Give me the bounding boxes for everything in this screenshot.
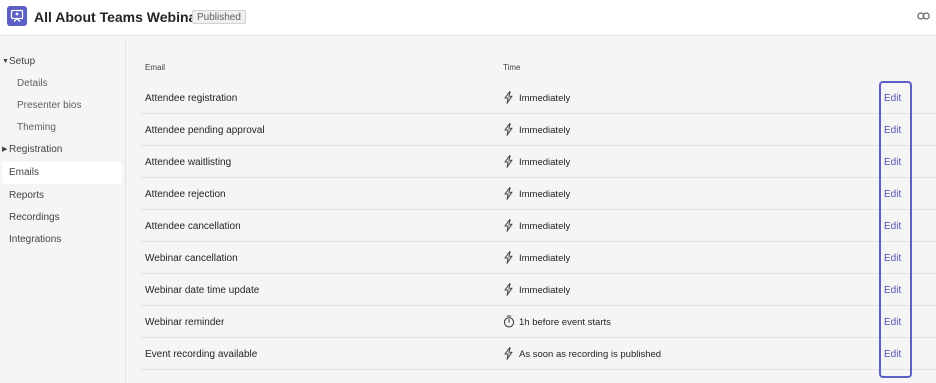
sidebar-item-label: Recordings	[9, 212, 60, 223]
table-row: Attendee registration Immediately Edit	[140, 82, 936, 114]
edit-link[interactable]: Edit	[884, 221, 901, 233]
sidebar-item-label: Presenter bios	[17, 100, 82, 111]
sidebar-item-setup[interactable]: Setup	[9, 55, 35, 69]
table-row: Webinar date time update Immediately Edit	[140, 274, 936, 306]
table-row: Attendee cancellation Immediately Edit	[140, 210, 936, 242]
table-row: Webinar reminder 1h before event starts Ed…	[140, 306, 936, 338]
email-name: Attendee pending approval	[145, 125, 265, 136]
timer-icon	[503, 315, 515, 333]
lightning-icon	[503, 187, 514, 205]
edit-link[interactable]: Edit	[884, 189, 901, 201]
email-time: Immediately	[519, 221, 571, 232]
email-name: Webinar date time update	[145, 285, 260, 296]
sidebar-item-emails[interactable]: Emails	[9, 166, 39, 180]
edit-link[interactable]: Edit	[884, 253, 901, 265]
email-time: Immediately	[519, 189, 571, 200]
edit-link[interactable]: Edit	[884, 157, 901, 169]
email-time: Immediately	[519, 253, 571, 264]
lightning-icon	[503, 283, 514, 301]
sidebar-item-label: Emails	[9, 167, 40, 178]
sidebar-item-label: Theming	[17, 122, 56, 133]
lightning-icon	[503, 91, 514, 109]
email-name: Event recording available	[145, 349, 258, 360]
caret-down-icon[interactable]: ▼	[2, 55, 9, 69]
lightning-icon	[503, 155, 514, 173]
page-title: All About Teams Webinars!	[34, 9, 215, 25]
sidebar-item-presenter-bios[interactable]: Presenter bios	[17, 99, 81, 113]
sidebar-item-label: Setup	[9, 56, 36, 67]
column-header-email: Email	[145, 63, 166, 72]
email-name: Attendee waitlisting	[145, 157, 232, 168]
edit-link[interactable]: Edit	[884, 125, 901, 137]
sidebar: ▼ Setup Details Presenter bios Theming ▶…	[0, 37, 126, 383]
status-badge: Published	[192, 10, 246, 24]
webinar-icon	[7, 6, 27, 26]
email-name: Webinar reminder	[145, 317, 225, 328]
table-row: Attendee pending approval Immediately Edit	[140, 114, 936, 146]
email-name: Attendee registration	[145, 93, 238, 104]
lightning-icon	[503, 219, 514, 237]
sidebar-item-label: Reports	[9, 190, 45, 201]
lightning-icon	[503, 123, 514, 141]
sidebar-item-label: Integrations	[9, 234, 62, 245]
edit-link[interactable]: Edit	[884, 349, 901, 361]
table-row: Attendee waitlisting Immediately Edit	[140, 146, 936, 178]
email-time: Immediately	[519, 157, 571, 168]
table-row: Attendee rejection Immediately Edit	[140, 178, 936, 210]
sidebar-item-reports[interactable]: Reports	[9, 189, 44, 203]
sidebar-item-details[interactable]: Details	[17, 77, 48, 91]
sidebar-item-label: Registration	[9, 144, 63, 155]
column-header-time: Time	[503, 63, 521, 72]
link-icon[interactable]	[917, 11, 930, 21]
sidebar-item-theming[interactable]: Theming	[17, 121, 56, 135]
email-time: As soon as recording is published	[519, 349, 662, 360]
sidebar-item-label: Details	[17, 78, 48, 89]
email-name: Attendee rejection	[145, 189, 226, 200]
table-row: Webinar cancellation Immediately Edit	[140, 242, 936, 274]
email-name: Webinar cancellation	[145, 253, 238, 264]
caret-right-icon[interactable]: ▶	[2, 143, 7, 157]
lightning-icon	[503, 347, 514, 365]
email-name: Attendee cancellation	[145, 221, 241, 232]
edit-link[interactable]: Edit	[884, 317, 901, 329]
email-time: Immediately	[519, 93, 571, 104]
table-row: Event recording available As soon as reco…	[140, 338, 936, 370]
email-time: Immediately	[519, 125, 571, 136]
email-time: Immediately	[519, 285, 571, 296]
edit-link[interactable]: Edit	[884, 93, 901, 105]
sidebar-item-recordings[interactable]: Recordings	[9, 211, 60, 225]
lightning-icon	[503, 251, 514, 269]
edit-link[interactable]: Edit	[884, 285, 901, 297]
email-time: 1h before event starts	[519, 317, 611, 328]
sidebar-item-integrations[interactable]: Integrations	[9, 233, 61, 247]
top-bar: All About Teams Webinars! Published	[0, 0, 936, 36]
sidebar-item-registration[interactable]: Registration	[9, 143, 62, 157]
emails-panel: Email Time Attendee registration Immediat…	[127, 37, 936, 383]
